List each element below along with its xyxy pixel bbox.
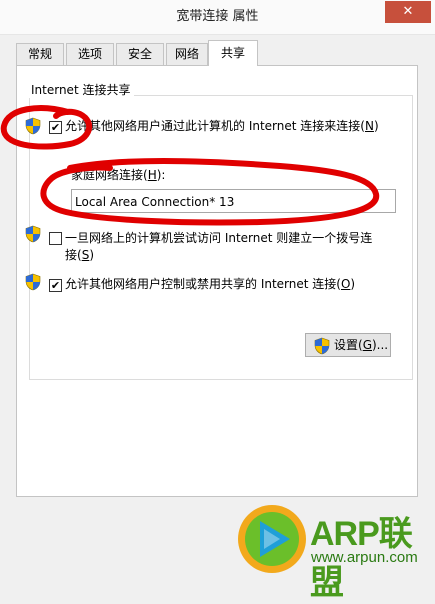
tab-sharing[interactable]: 共享: [208, 40, 258, 66]
shield-icon: [25, 225, 41, 243]
dial-on-demand-checkbox[interactable]: [49, 232, 62, 245]
allow-share-checkbox[interactable]: ✔: [49, 121, 62, 134]
shield-icon: [25, 273, 41, 291]
home-network-select[interactable]: Local Area Connection* 13: [71, 189, 396, 213]
tab-security[interactable]: 安全: [116, 43, 164, 65]
allow-control-checkbox[interactable]: ✔: [49, 279, 62, 292]
close-button[interactable]: ✕: [385, 1, 431, 23]
title-bar: 宽带连接 属性 ✕: [0, 0, 435, 35]
group-title: Internet 连接共享: [27, 82, 135, 98]
home-network-label: 家庭网络连接(H):: [71, 168, 166, 182]
allow-share-label: 允许其他网络用户通过此计算机的 Internet 连接来连接(N): [65, 119, 379, 133]
close-icon: ✕: [402, 4, 414, 19]
settings-button[interactable]: 设置(G)...: [305, 333, 391, 357]
tab-networking[interactable]: 网络: [166, 43, 208, 65]
watermark-url: www.arpun.com: [311, 549, 418, 566]
allow-control-label: 允许其他网络用户控制或禁用共享的 Internet 连接(O): [65, 277, 356, 291]
shield-icon: [314, 337, 330, 355]
shield-icon: [25, 117, 41, 135]
tab-general[interactable]: 常规: [16, 43, 64, 65]
window-title: 宽带连接 属性: [176, 9, 259, 24]
settings-button-label: 设置(G)...: [334, 338, 389, 352]
sharing-panel: Internet 连接共享 ✔ 允许其他网络用户通过此计算机的 Internet…: [16, 65, 418, 497]
tab-options[interactable]: 选项: [66, 43, 114, 65]
dial-on-demand-label-line1: 一旦网络上的计算机尝试访问 Internet 则建立一个拨号连: [65, 231, 373, 245]
dial-on-demand-label-line2: 接(S): [65, 248, 94, 262]
